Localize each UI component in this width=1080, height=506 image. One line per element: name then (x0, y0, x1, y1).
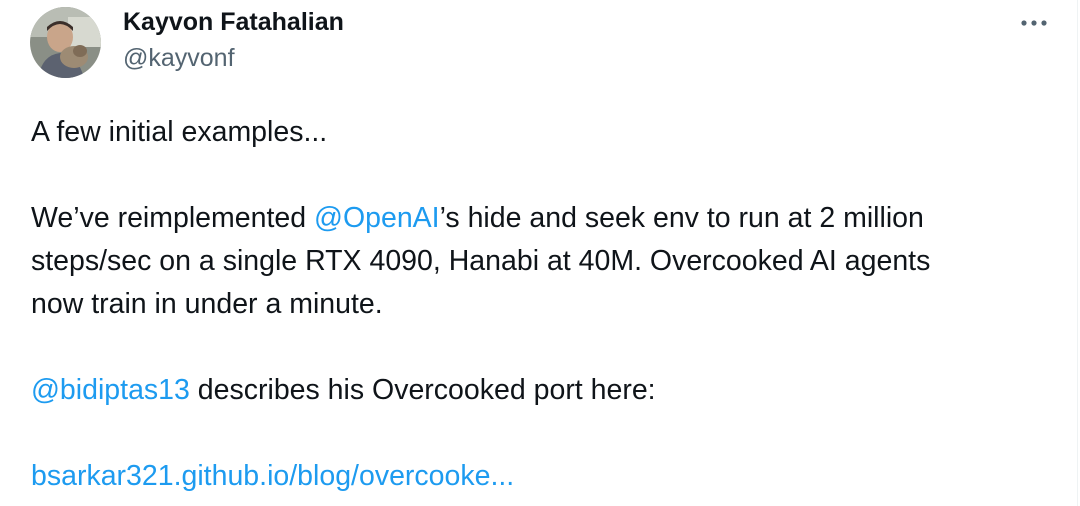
tweet-text-line-1: A few initial examples... (31, 116, 328, 148)
author-name[interactable]: Kayvon Fatahalian (123, 8, 344, 37)
tweet-text-line-2: We’ve reimplemented @OpenAI’s hide and s… (31, 197, 924, 240)
more-horizontal-icon (1021, 20, 1047, 26)
tweet-text-line-4: now train in under a minute. (31, 288, 383, 320)
author-avatar[interactable] (30, 7, 101, 78)
mention-openai-link[interactable]: @OpenAI (314, 202, 440, 234)
tweet-card: Kayvon Fatahalian @kayvonf A few initial… (0, 0, 1078, 506)
tweet-text-segment: ’s hide and seek env to run at 2 million (439, 202, 924, 234)
tweet-text-line-5: @bidiptas13 describes his Overcooked por… (31, 369, 656, 412)
more-options-button[interactable] (1014, 10, 1054, 36)
author-handle[interactable]: @kayvonf (123, 44, 235, 73)
tweet-text-line-3: steps/sec on a single RTX 4090, Hanabi a… (31, 245, 931, 277)
mention-bidiptas13-link[interactable]: @bidiptas13 (31, 374, 190, 406)
external-blog-link[interactable]: bsarkar321.github.io/blog/overcooke... (31, 455, 514, 498)
tweet-text-segment: describes his Overcooked port here: (189, 374, 656, 406)
tweet-text-segment: We’ve reimplemented (31, 202, 315, 234)
